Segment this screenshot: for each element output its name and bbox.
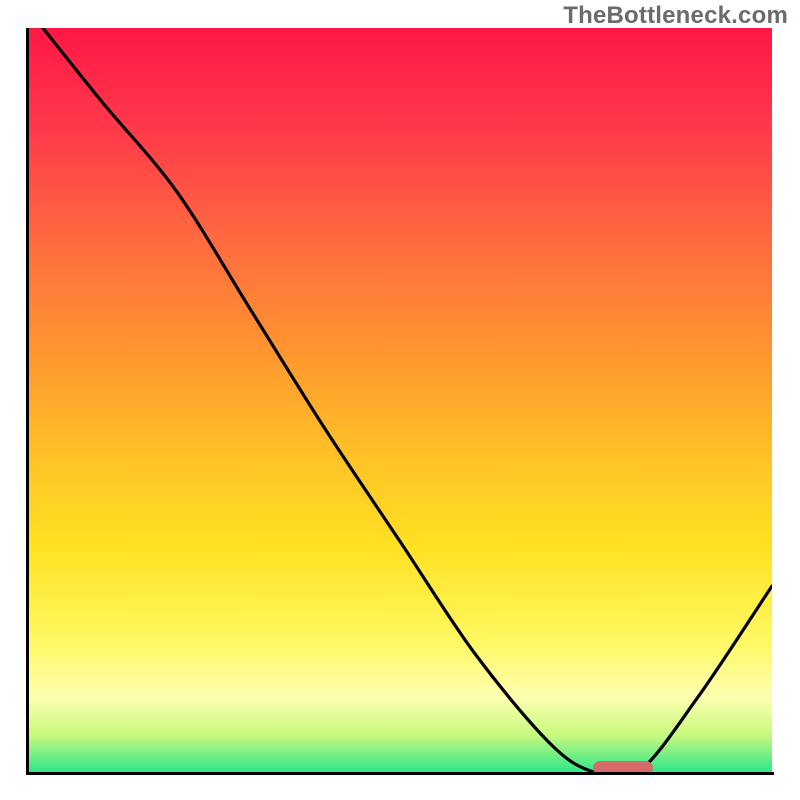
bottleneck-curve — [28, 28, 772, 772]
plot-area — [28, 28, 772, 772]
x-axis — [26, 772, 774, 775]
y-axis — [26, 28, 29, 774]
watermark-text: TheBottleneck.com — [563, 2, 788, 30]
chart-container: TheBottleneck.com — [0, 0, 800, 800]
